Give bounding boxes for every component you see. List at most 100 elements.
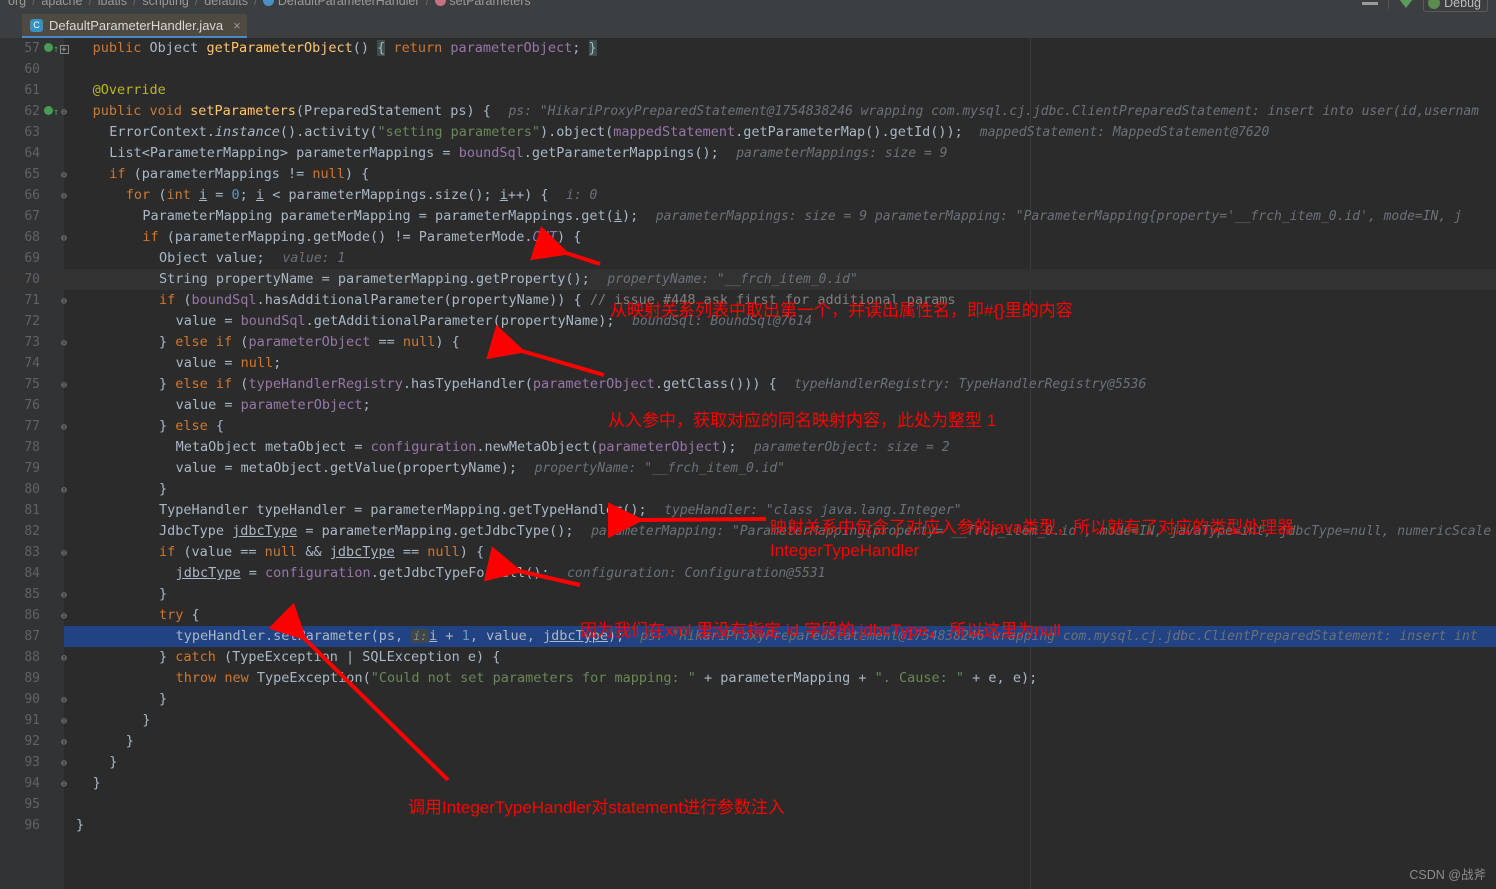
fold-collapse-icon[interactable]: ⊖ [58, 332, 70, 354]
minimize-icon[interactable] [1362, 1, 1379, 5]
code-line[interactable]: 73 ⊖} else if (parameterObject == null) { [0, 332, 1496, 353]
fold-collapse-icon[interactable]: ⊖ [58, 101, 70, 123]
code-token: .getJdbcTypeForNull(); [370, 565, 550, 581]
fold-collapse-icon[interactable]: ⊖ [58, 542, 70, 564]
code-text: for (int i = 0; i < parameterMappings.si… [126, 185, 549, 206]
fold-collapse-icon[interactable]: ⊖ [58, 290, 70, 312]
code-text: } [142, 710, 150, 731]
breadcrumb-item[interactable]: scripting [142, 0, 189, 8]
code-token: Object [149, 40, 199, 56]
code-line[interactable]: 61 @Override [0, 80, 1496, 101]
code-token: parameterObject [240, 397, 363, 413]
code-token: ErrorContext [109, 124, 207, 140]
code-token: ) { [344, 166, 370, 182]
breadcrumb-item[interactable]: setParameters [434, 0, 531, 8]
fold-collapse-icon[interactable]: ⊖ [58, 416, 70, 438]
code-line[interactable]: 60 [0, 59, 1496, 80]
code-line[interactable]: 91 ⊖} [0, 710, 1496, 731]
fold-collapse-icon[interactable]: ⊖ [58, 584, 70, 606]
code-token: == [370, 334, 403, 350]
code-token: else [175, 418, 208, 434]
fold-collapse-icon[interactable]: ⊖ [58, 752, 70, 774]
close-icon[interactable]: × [233, 18, 241, 33]
code-token: { [207, 418, 225, 434]
code-line[interactable]: 96} [0, 815, 1496, 836]
code-token: ( [605, 124, 614, 140]
code-token: value = metaObject.getValue(propertyName… [175, 460, 517, 476]
code-line[interactable]: 89 throw new TypeException("Could not set… [0, 668, 1496, 689]
line-number: 57 [24, 41, 40, 56]
code-line[interactable]: 93 ⊖} [0, 752, 1496, 773]
code-line[interactable]: 92 ⊖} [0, 731, 1496, 752]
code-line[interactable]: 90 ⊖} [0, 689, 1496, 710]
code-token: ( [295, 103, 304, 119]
fold-collapse-icon[interactable]: ⊖ [58, 227, 70, 249]
code-token: } [159, 649, 176, 665]
code-line[interactable]: 66 ⊖ for (int i = 0; i < parameterMappings… [0, 185, 1496, 206]
class-icon [263, 0, 275, 6]
fold-expand-icon[interactable]: + [58, 38, 70, 59]
code-token: if [142, 229, 159, 245]
code-token: .hasAdditionalParameter(propertyName)) { [256, 292, 590, 308]
code-line[interactable]: 88 ⊖} catch (TypeException | SQLException… [0, 647, 1496, 668]
editor-tab-defaultparameterhandler[interactable]: C DefaultParameterHandler.java × [22, 14, 247, 38]
code-line[interactable]: 83 ⊖ if (value == null && jdbcType == null… [0, 542, 1496, 563]
fold-collapse-icon[interactable]: ⊖ [58, 374, 70, 396]
code-token: mappedStatement [613, 124, 736, 140]
debug-button[interactable]: Debug [1423, 0, 1488, 12]
code-editor[interactable]: 57 ↑ + public Object getParameterObject() {… [0, 38, 1496, 889]
code-line[interactable]: 65 ⊖ if (parameterMappings != null) { [0, 164, 1496, 185]
code-token: TypeException [232, 649, 338, 665]
code-token: .newMetaObject( [476, 439, 599, 455]
line-number: 86 [24, 608, 40, 623]
code-token: jdbcType [329, 544, 395, 560]
code-line[interactable]: 85 ⊖} [0, 584, 1496, 605]
line-number: 69 [24, 251, 40, 266]
breadcrumb-item[interactable]: apache [41, 0, 82, 8]
code-token: ( [362, 670, 371, 686]
code-line[interactable]: 80 ⊖} [0, 479, 1496, 500]
code-token: .getParameterMap().getId()); [735, 124, 963, 140]
code-line[interactable]: 67 ParameterMapping parameterMapping = pa… [0, 206, 1496, 227]
override-marker-icon[interactable]: ↑ [44, 101, 59, 123]
breadcrumb-item[interactable]: defaults [204, 0, 248, 8]
fold-collapse-icon[interactable]: ⊖ [58, 164, 70, 186]
java-class-icon: C [30, 18, 43, 32]
fold-collapse-icon[interactable]: ⊖ [58, 731, 70, 753]
code-line[interactable]: 70 String propertyName = parameterMapping… [0, 269, 1496, 290]
code-line[interactable]: 74 value = null; [0, 353, 1496, 374]
code-text: if (value == null && jdbcType == null) { [159, 542, 484, 563]
code-line[interactable]: 69 Object value; value: 1 [0, 248, 1496, 269]
fold-collapse-icon[interactable]: ⊖ [58, 605, 70, 627]
code-line[interactable]: 84 jdbcType = configuration.getJdbcTypeFo… [0, 563, 1496, 584]
code-content[interactable]: 57 ↑ + public Object getParameterObject() {… [0, 38, 1496, 889]
code-token: } [159, 586, 168, 602]
code-line[interactable]: 94 ⊖} [0, 773, 1496, 794]
code-line[interactable]: 62 ↑ ⊖ public void setParameters(PreparedSt… [0, 101, 1496, 122]
fold-collapse-icon[interactable]: ⊖ [58, 185, 70, 207]
code-line[interactable]: 57 ↑ + public Object getParameterObject() {… [0, 38, 1496, 59]
fold-collapse-icon[interactable]: ⊖ [58, 479, 70, 501]
code-token: ) { [459, 544, 485, 560]
fold-collapse-icon[interactable]: ⊖ [58, 710, 70, 732]
code-line[interactable]: 63 ErrorContext.instance().activity ("sett… [0, 122, 1496, 143]
code-token: } [125, 733, 134, 749]
code-line[interactable]: 64 List<ParameterMapping> parameterMappin… [0, 143, 1496, 164]
fold-collapse-icon[interactable]: ⊖ [58, 689, 70, 711]
code-text: MetaObject metaObject = configuration.ne… [176, 437, 737, 458]
breadcrumb-item[interactable]: DefaultParameterHandler [263, 0, 420, 8]
override-marker-icon[interactable]: ↑ [44, 38, 59, 60]
breadcrumb-item[interactable]: org [8, 0, 26, 8]
code-line[interactable]: 78 MetaObject metaObject = configuration.… [0, 437, 1496, 458]
code-token: ; [239, 187, 256, 203]
fold-collapse-icon[interactable]: ⊖ [58, 773, 70, 795]
run-icon[interactable] [1399, 0, 1414, 8]
code-line[interactable]: 79 value = metaObject.getValue(propertyNa… [0, 458, 1496, 479]
code-token: value; [207, 250, 265, 266]
breadcrumb-item[interactable]: ibatis [98, 0, 127, 8]
breadcrumb[interactable]: org / apache / ibatis / scripting / defaults / De… [8, 0, 531, 8]
fold-collapse-icon[interactable]: ⊖ [58, 647, 70, 669]
breadcrumb-separator: / [88, 0, 92, 8]
code-line[interactable]: 75 ⊖} else if (typeHandlerRegistry.hasTyp… [0, 374, 1496, 395]
code-line[interactable]: 68 ⊖ if (parameterMapping.getMode() != Par… [0, 227, 1496, 248]
